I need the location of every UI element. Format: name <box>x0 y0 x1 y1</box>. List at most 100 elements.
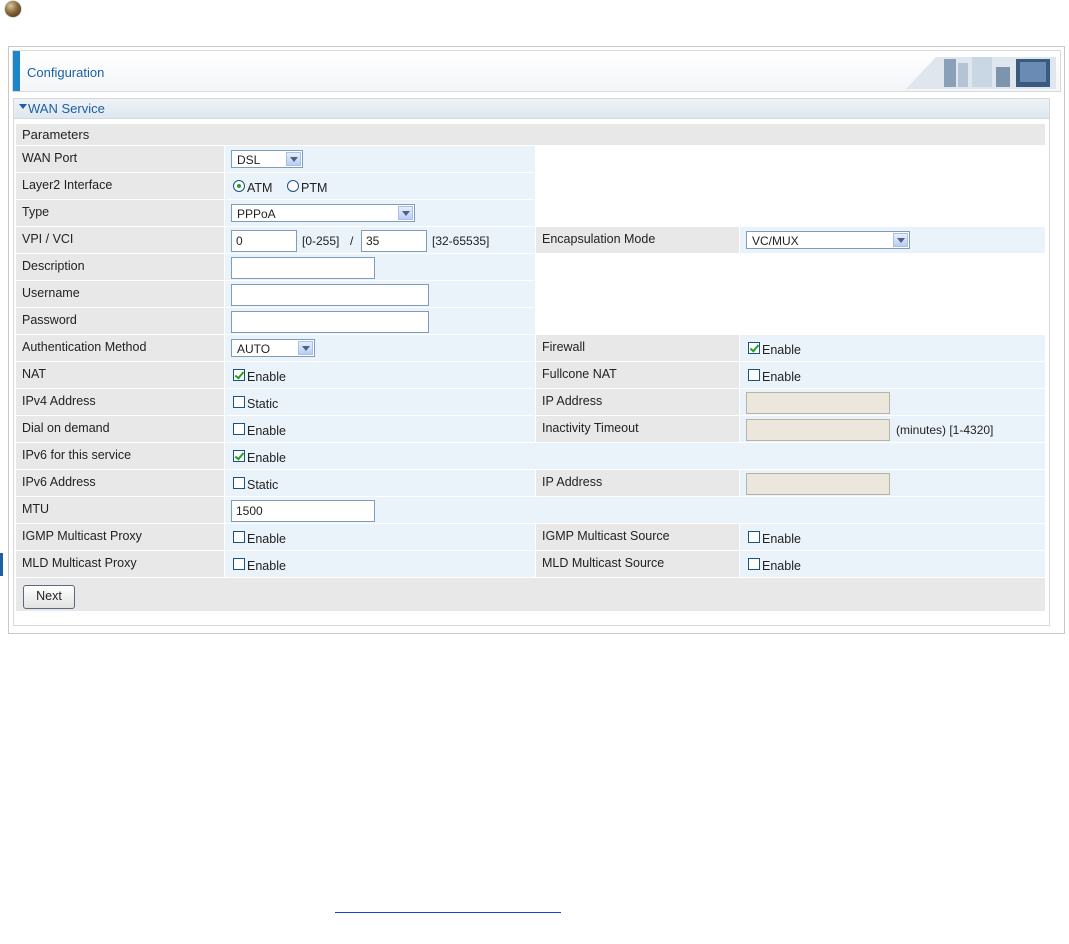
section-header[interactable]: WAN Service <box>14 99 1049 119</box>
chevron-down-icon[interactable] <box>398 206 413 220</box>
encapsulation-select[interactable]: VC/MUX <box>746 231 910 249</box>
vpi-range-hint: [0-255] <box>302 234 340 248</box>
ipv6-ip-address-label: IP Address <box>542 475 603 489</box>
igmp-source-label: IGMP Multicast Source <box>542 529 670 543</box>
chevron-down-icon[interactable] <box>286 152 301 166</box>
mtu-input[interactable]: 1500 <box>231 500 375 522</box>
mtu-label: MTU <box>22 502 50 516</box>
username-input[interactable] <box>231 284 429 306</box>
igmp-row: IGMP Multicast Proxy Enable IGMP Multica… <box>16 524 1045 550</box>
ipv4-static-checkbox[interactable] <box>233 396 245 408</box>
dial-checkbox[interactable] <box>233 423 245 435</box>
vpi-vci-row: VPI / VCI 0 [0-255] / 35 [32-65535] Enca… <box>16 227 1045 253</box>
nat-enable-label: Enable <box>247 370 286 384</box>
config-panel: Configuration WAN Service Parameters WAN… <box>8 46 1065 634</box>
button-row: Next <box>16 578 1045 611</box>
layer2-label: Layer2 Interface <box>22 178 113 192</box>
password-input[interactable] <box>231 311 429 333</box>
office-banner-image <box>906 57 1056 89</box>
ipv6-static-checkbox[interactable] <box>233 477 245 489</box>
igmp-proxy-label: IGMP Multicast Proxy <box>22 529 142 543</box>
next-button[interactable]: Next <box>23 585 75 609</box>
vci-range-hint: [32-65535] <box>432 234 490 248</box>
wan-port-row: WAN Port DSL <box>16 146 1045 172</box>
mld-source-enable-label: Enable <box>762 559 801 573</box>
igmp-source-checkbox[interactable] <box>748 531 760 543</box>
ipv6-service-enable-label: Enable <box>247 451 286 465</box>
encapsulation-value: VC/MUX <box>752 234 799 248</box>
firewall-checkbox[interactable] <box>748 342 760 354</box>
parameters-label: Parameters <box>22 127 90 142</box>
layer2-row: Layer2 Interface ATM PTM <box>16 173 1045 199</box>
atm-radio-label: ATM <box>247 181 273 195</box>
igmp-source-enable-label: Enable <box>762 532 801 546</box>
dial-enable-label: Enable <box>247 424 286 438</box>
vpi-input[interactable]: 0 <box>231 230 297 252</box>
bullet-icon <box>5 1 21 17</box>
ipv6-service-checkbox[interactable] <box>233 450 245 462</box>
link-underline[interactable] <box>335 912 561 913</box>
dial-label: Dial on demand <box>22 421 110 435</box>
encapsulation-label: Encapsulation Mode <box>542 232 656 246</box>
ipv6-service-row: IPv6 for this service Enable <box>16 443 1045 469</box>
ip-address-input[interactable] <box>746 392 890 414</box>
mld-proxy-checkbox[interactable] <box>233 558 245 570</box>
ipv4-row: IPv4 Address Static IP Address <box>16 389 1045 415</box>
auth-select[interactable]: AUTO <box>231 339 315 357</box>
description-label: Description <box>22 259 85 273</box>
mld-proxy-enable-label: Enable <box>247 559 286 573</box>
config-header: Configuration <box>12 50 1061 92</box>
fullcone-nat-label: Fullcone NAT <box>542 367 617 381</box>
description-input[interactable] <box>231 257 375 279</box>
mtu-row: MTU 1500 <box>16 497 1045 523</box>
collapse-triangle-icon[interactable] <box>19 104 27 109</box>
ipv4-static-label: Static <box>247 397 279 411</box>
fullcone-enable-label: Enable <box>762 370 801 384</box>
ipv6-static-label: Static <box>247 478 279 492</box>
chevron-down-icon[interactable] <box>298 341 313 355</box>
type-value: PPPoA <box>237 207 276 221</box>
mld-source-checkbox[interactable] <box>748 558 760 570</box>
wan-port-select[interactable]: DSL <box>231 150 303 168</box>
ipv4-label: IPv4 Address <box>22 394 96 408</box>
ipv6-service-label: IPv6 for this service <box>22 448 132 462</box>
auth-label: Authentication Method <box>22 340 147 354</box>
nat-checkbox[interactable] <box>233 369 245 381</box>
dial-row: Dial on demand Enable Inactivity Timeout… <box>16 416 1045 442</box>
type-row: Type PPPoA <box>16 200 1045 226</box>
type-select[interactable]: PPPoA <box>231 204 415 222</box>
auth-value: AUTO <box>237 342 271 356</box>
firewall-enable-label: Enable <box>762 343 801 357</box>
mld-row: MLD Multicast Proxy Enable MLD Multicast… <box>16 551 1045 577</box>
atm-radio[interactable] <box>233 180 245 192</box>
side-marker <box>0 553 3 576</box>
mld-proxy-label: MLD Multicast Proxy <box>22 556 137 570</box>
fullcone-nat-checkbox[interactable] <box>748 369 760 381</box>
mld-source-label: MLD Multicast Source <box>542 556 665 570</box>
ipv6-ip-address-input[interactable] <box>746 473 890 495</box>
parameters-table: Parameters WAN Port DSL Layer2 Interface… <box>16 124 1045 611</box>
ipv6-address-row: IPv6 Address Static IP Address <box>16 470 1045 496</box>
parameters-header-row: Parameters <box>16 124 1045 145</box>
nat-row: NAT Enable Fullcone NAT Enable <box>16 362 1045 388</box>
vci-input[interactable]: 35 <box>361 230 427 252</box>
chevron-down-icon[interactable] <box>893 233 908 247</box>
wan-port-label: WAN Port <box>22 151 78 165</box>
page-title: Configuration <box>27 65 105 80</box>
inactivity-label: Inactivity Timeout <box>542 421 639 435</box>
vpi-vci-label: VPI / VCI <box>22 232 74 246</box>
inactivity-input[interactable] <box>746 419 890 441</box>
nat-label: NAT <box>22 367 47 381</box>
password-row: Password <box>16 308 1045 334</box>
section-title: WAN Service <box>28 101 105 116</box>
password-label: Password <box>22 313 77 327</box>
ipv6-address-label: IPv6 Address <box>22 475 96 489</box>
ptm-radio[interactable] <box>287 180 299 192</box>
auth-row: Authentication Method AUTO Firewall Enab… <box>16 335 1045 361</box>
inactivity-hint: (minutes) [1-4320] <box>896 423 994 437</box>
igmp-proxy-checkbox[interactable] <box>233 531 245 543</box>
wan-service-section: WAN Service Parameters WAN Port DSL Laye… <box>13 98 1050 626</box>
igmp-proxy-enable-label: Enable <box>247 532 286 546</box>
type-label: Type <box>22 205 50 219</box>
ip-address-label: IP Address <box>542 394 603 408</box>
